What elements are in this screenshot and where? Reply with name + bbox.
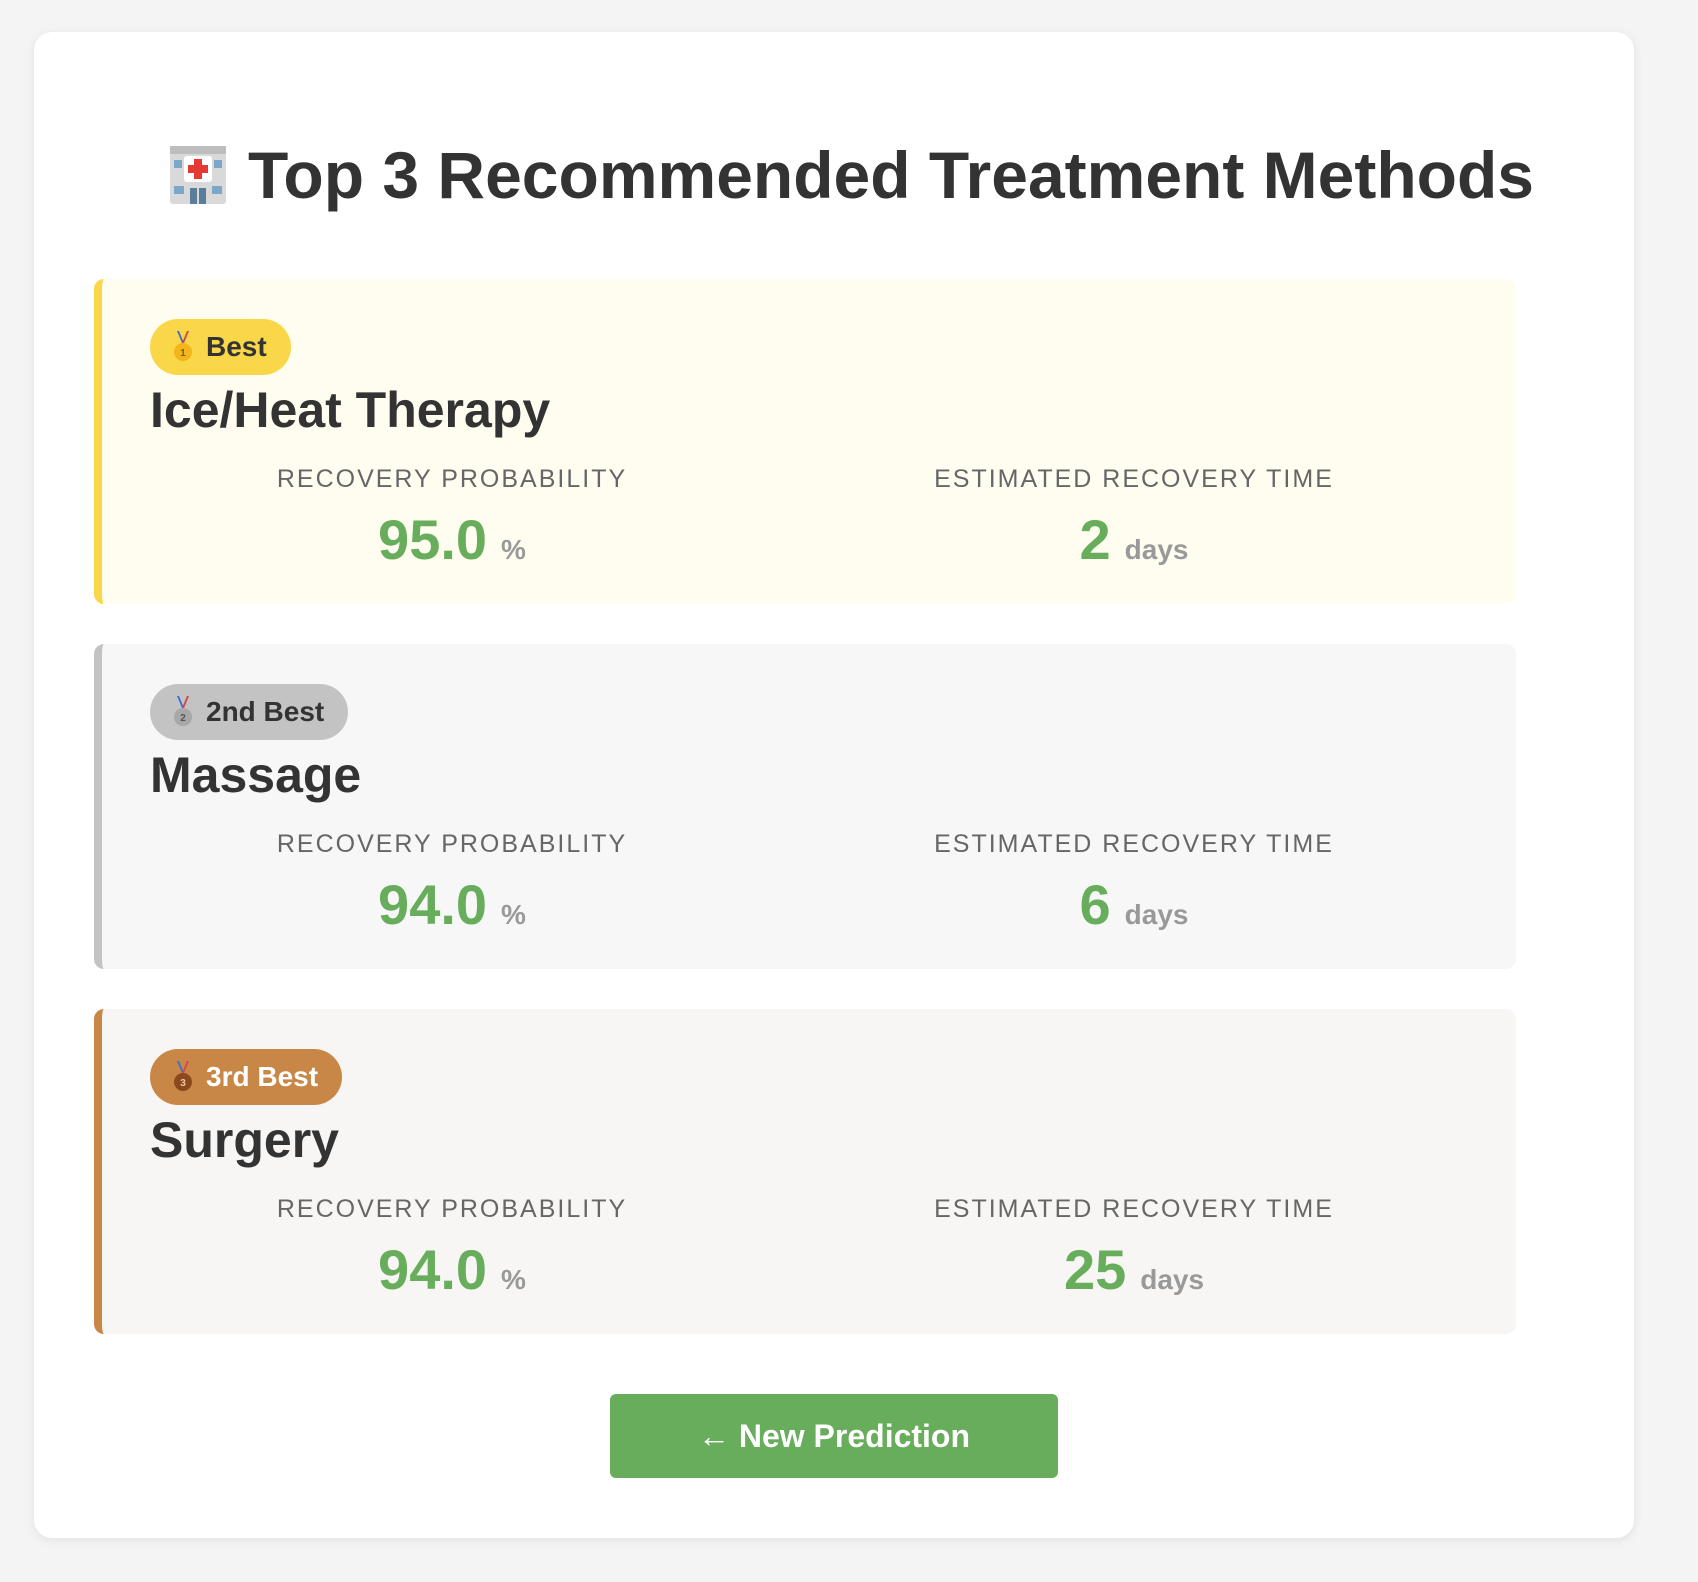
recovery-time-label: ESTIMATED RECOVERY TIME [934, 1195, 1334, 1223]
recovery-probability-unit: % [501, 1264, 526, 1295]
recovery-probability: RECOVERY PROBABILITY 95.0% [152, 459, 752, 575]
treatment-name: Surgery [150, 1112, 339, 1168]
rank-badge: 1 Best [150, 319, 291, 375]
recovery-time: ESTIMATED RECOVERY TIME 25 days [834, 1189, 1434, 1305]
recovery-time-label: ESTIMATED RECOVERY TIME [934, 465, 1334, 493]
treatment-card-3: 3 3rd Best Surgery RECOVERY PROBABILITY … [94, 1009, 1516, 1334]
recovery-time-value-row: 25 days [834, 1235, 1434, 1305]
svg-text:2: 2 [180, 713, 186, 724]
recovery-time-value: 2 [1079, 508, 1111, 571]
recovery-time: ESTIMATED RECOVERY TIME 2 days [834, 459, 1434, 575]
recovery-probability-unit: % [501, 534, 526, 565]
recovery-probability-unit: % [501, 899, 526, 930]
svg-text:1: 1 [180, 348, 186, 359]
silver-medal-icon: 2 [174, 696, 192, 726]
recovery-probability-value-row: 95.0% [152, 505, 752, 575]
recovery-probability-value: 95.0 [378, 508, 488, 571]
recovery-time-unit: days [1124, 534, 1189, 565]
new-prediction-button[interactable]: ← New Prediction [610, 1394, 1058, 1478]
rank-badge-label: 3rd Best [206, 1061, 319, 1092]
rank-badge: 2 2nd Best [150, 684, 349, 740]
recovery-time-value-row: 2 days [834, 505, 1434, 575]
rank-badge-label: 2nd Best [206, 696, 325, 727]
recovery-time-label: ESTIMATED RECOVERY TIME [934, 830, 1334, 858]
svg-text:3: 3 [180, 1078, 186, 1089]
recovery-time-unit: days [1140, 1264, 1205, 1295]
recovery-probability-label: RECOVERY PROBABILITY [276, 1195, 628, 1223]
treatment-card-2: 2 2nd Best Massage RECOVERY PROBABILITY … [94, 644, 1516, 969]
title-wrap: Top 3 Recommended Treatment Methods [168, 130, 1534, 220]
rank-badge: 3 3rd Best [150, 1049, 343, 1105]
recovery-probability: RECOVERY PROBABILITY 94.0% [152, 1189, 752, 1305]
results-card: Top 3 Recommended Treatment Methods 1 Be… [34, 32, 1634, 1538]
treatment-name: Ice/Heat Therapy [150, 382, 551, 438]
recovery-probability-label: RECOVERY PROBABILITY [276, 830, 628, 858]
recovery-time-value: 6 [1079, 873, 1111, 936]
recovery-time-unit: days [1124, 899, 1189, 930]
recovery-time-value: 25 [1063, 1238, 1127, 1301]
recovery-probability-label: RECOVERY PROBABILITY [276, 465, 628, 493]
page-title-text: Top 3 Recommended Treatment Methods [248, 138, 1534, 212]
recovery-time-value-row: 6 days [834, 870, 1434, 940]
recovery-time: ESTIMATED RECOVERY TIME 6 days [834, 824, 1434, 940]
recovery-probability-value: 94.0 [378, 873, 488, 936]
recovery-probability-value-row: 94.0% [152, 870, 752, 940]
recovery-probability-value-row: 94.0% [152, 1235, 752, 1305]
treatment-card-1: 1 Best Ice/Heat Therapy RECOVERY PROBABI… [94, 279, 1516, 604]
bronze-medal-icon: 3 [174, 1061, 192, 1091]
recovery-probability: RECOVERY PROBABILITY 94.0% [152, 824, 752, 940]
recovery-probability-value: 94.0 [378, 1238, 488, 1301]
hospital-icon [170, 146, 226, 204]
rank-badge-label: Best [206, 331, 267, 362]
treatment-name: Massage [150, 747, 362, 803]
gold-medal-icon: 1 [174, 331, 192, 361]
